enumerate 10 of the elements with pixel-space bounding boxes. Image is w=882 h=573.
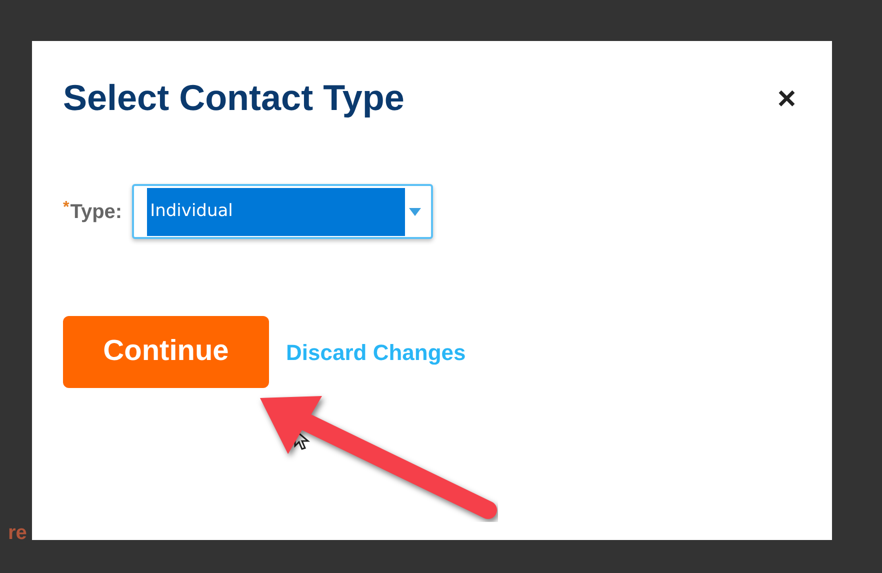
type-select[interactable]: Individual — [132, 184, 434, 239]
selected-value: Individual — [147, 188, 406, 236]
dropdown-icon — [409, 208, 422, 216]
type-label: Type: — [70, 200, 122, 224]
close-button[interactable]: × — [777, 82, 796, 114]
required-mark: * — [63, 198, 70, 218]
continue-button[interactable]: Continue — [63, 316, 269, 388]
discard-changes-link[interactable]: Discard Changes — [286, 336, 466, 368]
background-text: re — [8, 521, 27, 546]
dialog-title: Select Contact Type — [63, 76, 404, 120]
